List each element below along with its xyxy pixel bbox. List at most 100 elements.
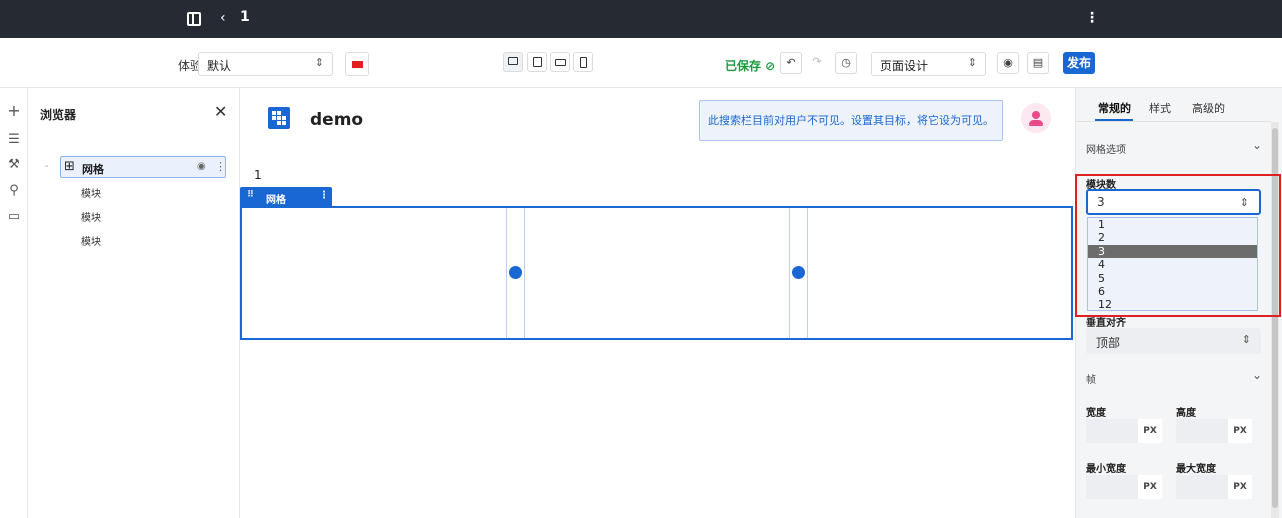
width-label: 宽度 [1086, 408, 1106, 419]
language-flag-button[interactable] [345, 52, 369, 76]
frame-section[interactable]: 帧 [1086, 371, 1096, 386]
option-item[interactable]: 5 [1088, 272, 1257, 285]
comment-icon[interactable]: ▭ [7, 210, 21, 224]
column-resize-handle[interactable] [792, 266, 805, 279]
experience-select[interactable]: 默认 ⇕ [198, 52, 333, 76]
option-item[interactable]: 4 [1088, 258, 1257, 271]
grid-tag-label: 网格 [266, 195, 286, 206]
page-canvas: demo 此搜索栏目前对用户不可见。设置其目标，将它设为可见。 1 ⠿ 网格 ⋮ [240, 88, 1075, 518]
close-icon[interactable]: ✕ [214, 102, 227, 121]
eye-icon: ◉ [1003, 56, 1013, 69]
top-bar: ‹ 1 ⋮ [0, 0, 1282, 38]
page-number: 1 [254, 168, 262, 182]
vertical-align-label: 垂直对齐 [1086, 318, 1126, 329]
grid-component[interactable] [240, 206, 1073, 340]
more-icon[interactable]: ⋮ [215, 160, 226, 173]
height-field[interactable]: PX [1176, 419, 1252, 443]
collapse-icon[interactable]: - [45, 161, 49, 172]
min-width-field[interactable]: PX [1086, 475, 1162, 499]
search-visibility-notice: 此搜索栏目前对用户不可见。设置其目标，将它设为可见。 [699, 100, 1003, 141]
preview-button[interactable]: ◉ [997, 52, 1019, 74]
module-count-select[interactable]: 3 ⇕ [1086, 189, 1261, 215]
eye-icon[interactable]: ◉ [197, 161, 206, 172]
page-design-select-value: 页面设计 [880, 59, 929, 73]
editor-toolbar: 体验 默认 ⇕ 已保存 ⊘ ↶ ↷ ◷ 页面设计 ⇕ ◉ ▤ 发布 [0, 38, 1282, 88]
vertical-align-select[interactable]: 顶部 ⇕ [1086, 328, 1261, 354]
chevron-down-icon[interactable]: ⌄ [1252, 368, 1262, 382]
site-name: demo [310, 110, 364, 130]
select-arrows-icon: ⇕ [1239, 196, 1249, 209]
browser-title: 浏览器 [40, 108, 77, 122]
column-resize-handle[interactable] [509, 266, 522, 279]
min-width-unit[interactable]: PX [1138, 475, 1162, 499]
max-width-input[interactable] [1176, 475, 1228, 499]
select-arrows-icon: ⇕ [314, 56, 324, 69]
history-button[interactable]: ◷ [835, 52, 857, 74]
layers-icon[interactable]: ☰ [7, 133, 21, 147]
desktop-view-button[interactable] [503, 52, 523, 72]
more-icon[interactable]: ⋮ [319, 190, 329, 201]
height-unit[interactable]: PX [1228, 419, 1252, 443]
width-unit[interactable]: PX [1138, 419, 1162, 443]
redo-button[interactable]: ↷ [806, 52, 828, 74]
user-avatar[interactable] [1021, 103, 1051, 133]
grid-component-tag[interactable]: ⠿ 网格 ⋮ [240, 187, 332, 206]
link-icon[interactable]: ⚲ [7, 184, 21, 198]
clock-icon: ◷ [841, 56, 851, 69]
plus-icon[interactable]: + [7, 103, 21, 119]
more-menu-icon[interactable]: ⋮ [1085, 9, 1099, 27]
option-item[interactable]: 2 [1088, 231, 1257, 244]
column-divider [506, 208, 507, 338]
undo-button[interactable]: ↶ [780, 52, 802, 74]
drag-handle-icon[interactable]: ⠿ [247, 190, 254, 200]
flag-icon [352, 61, 363, 68]
tree-item-module[interactable]: 模块 [81, 233, 101, 248]
paint-icon[interactable]: ⚒ [7, 158, 21, 172]
tab-style[interactable]: 样式 [1149, 100, 1171, 116]
width-field[interactable]: PX [1086, 419, 1162, 443]
left-icon-rail: + ☰ ⚒ ⚲ ▭ [0, 88, 28, 518]
option-item[interactable]: 1 [1088, 218, 1257, 231]
back-icon[interactable]: ‹ [220, 9, 226, 27]
min-width-label: 最小宽度 [1086, 464, 1126, 475]
select-arrows-icon: ⇕ [1241, 333, 1251, 346]
experience-select-value: 默认 [207, 59, 232, 73]
site-logo [268, 107, 290, 129]
undo-icon: ↶ [786, 56, 796, 69]
tree-item-grid[interactable]: ⊞ 网格 ◉ ⋮ [60, 156, 226, 178]
browser-panel: 浏览器 ✕ - ⊞ 网格 ◉ ⋮ 模块 模块 模块 [28, 88, 240, 518]
publish-button[interactable]: 发布 [1063, 52, 1095, 74]
mobile-view-button[interactable] [573, 52, 593, 72]
width-input[interactable] [1086, 419, 1138, 443]
vertical-align-value: 顶部 [1096, 336, 1121, 350]
column-divider [524, 208, 525, 338]
column-divider [807, 208, 808, 338]
tab-advanced[interactable]: 高级的 [1192, 100, 1225, 116]
option-item[interactable]: 12 [1088, 298, 1257, 311]
height-input[interactable] [1176, 419, 1228, 443]
module-count-options: 1 2 3 4 5 6 12 [1087, 217, 1258, 311]
tree-item-module[interactable]: 模块 [81, 209, 101, 224]
grid-options-section[interactable]: 网格选项 [1086, 141, 1126, 156]
pages-button[interactable]: ▤ [1027, 52, 1049, 74]
option-item[interactable]: 6 [1088, 285, 1257, 298]
redo-icon: ↷ [812, 55, 822, 68]
laptop-view-button[interactable] [527, 52, 547, 72]
page-design-select[interactable]: 页面设计 ⇕ [871, 52, 986, 76]
saved-status: 已保存 ⊘ [725, 59, 776, 73]
tablet-view-button[interactable] [550, 52, 570, 72]
chevron-down-icon[interactable]: ⌄ [1252, 138, 1262, 152]
max-width-label: 最大宽度 [1176, 464, 1216, 475]
scrollbar-thumb[interactable] [1272, 128, 1278, 508]
max-width-field[interactable]: PX [1176, 475, 1252, 499]
tab-divider [1076, 121, 1271, 122]
tab-general[interactable]: 常规的 [1098, 100, 1131, 116]
sidebar-toggle-icon[interactable] [187, 12, 201, 26]
column-divider [789, 208, 790, 338]
min-width-input[interactable] [1086, 475, 1138, 499]
tree-item-module[interactable]: 模块 [81, 185, 101, 200]
option-item-selected[interactable]: 3 [1088, 244, 1257, 259]
max-width-unit[interactable]: PX [1228, 475, 1252, 499]
module-count-value: 3 [1097, 195, 1105, 209]
height-label: 高度 [1176, 408, 1196, 419]
